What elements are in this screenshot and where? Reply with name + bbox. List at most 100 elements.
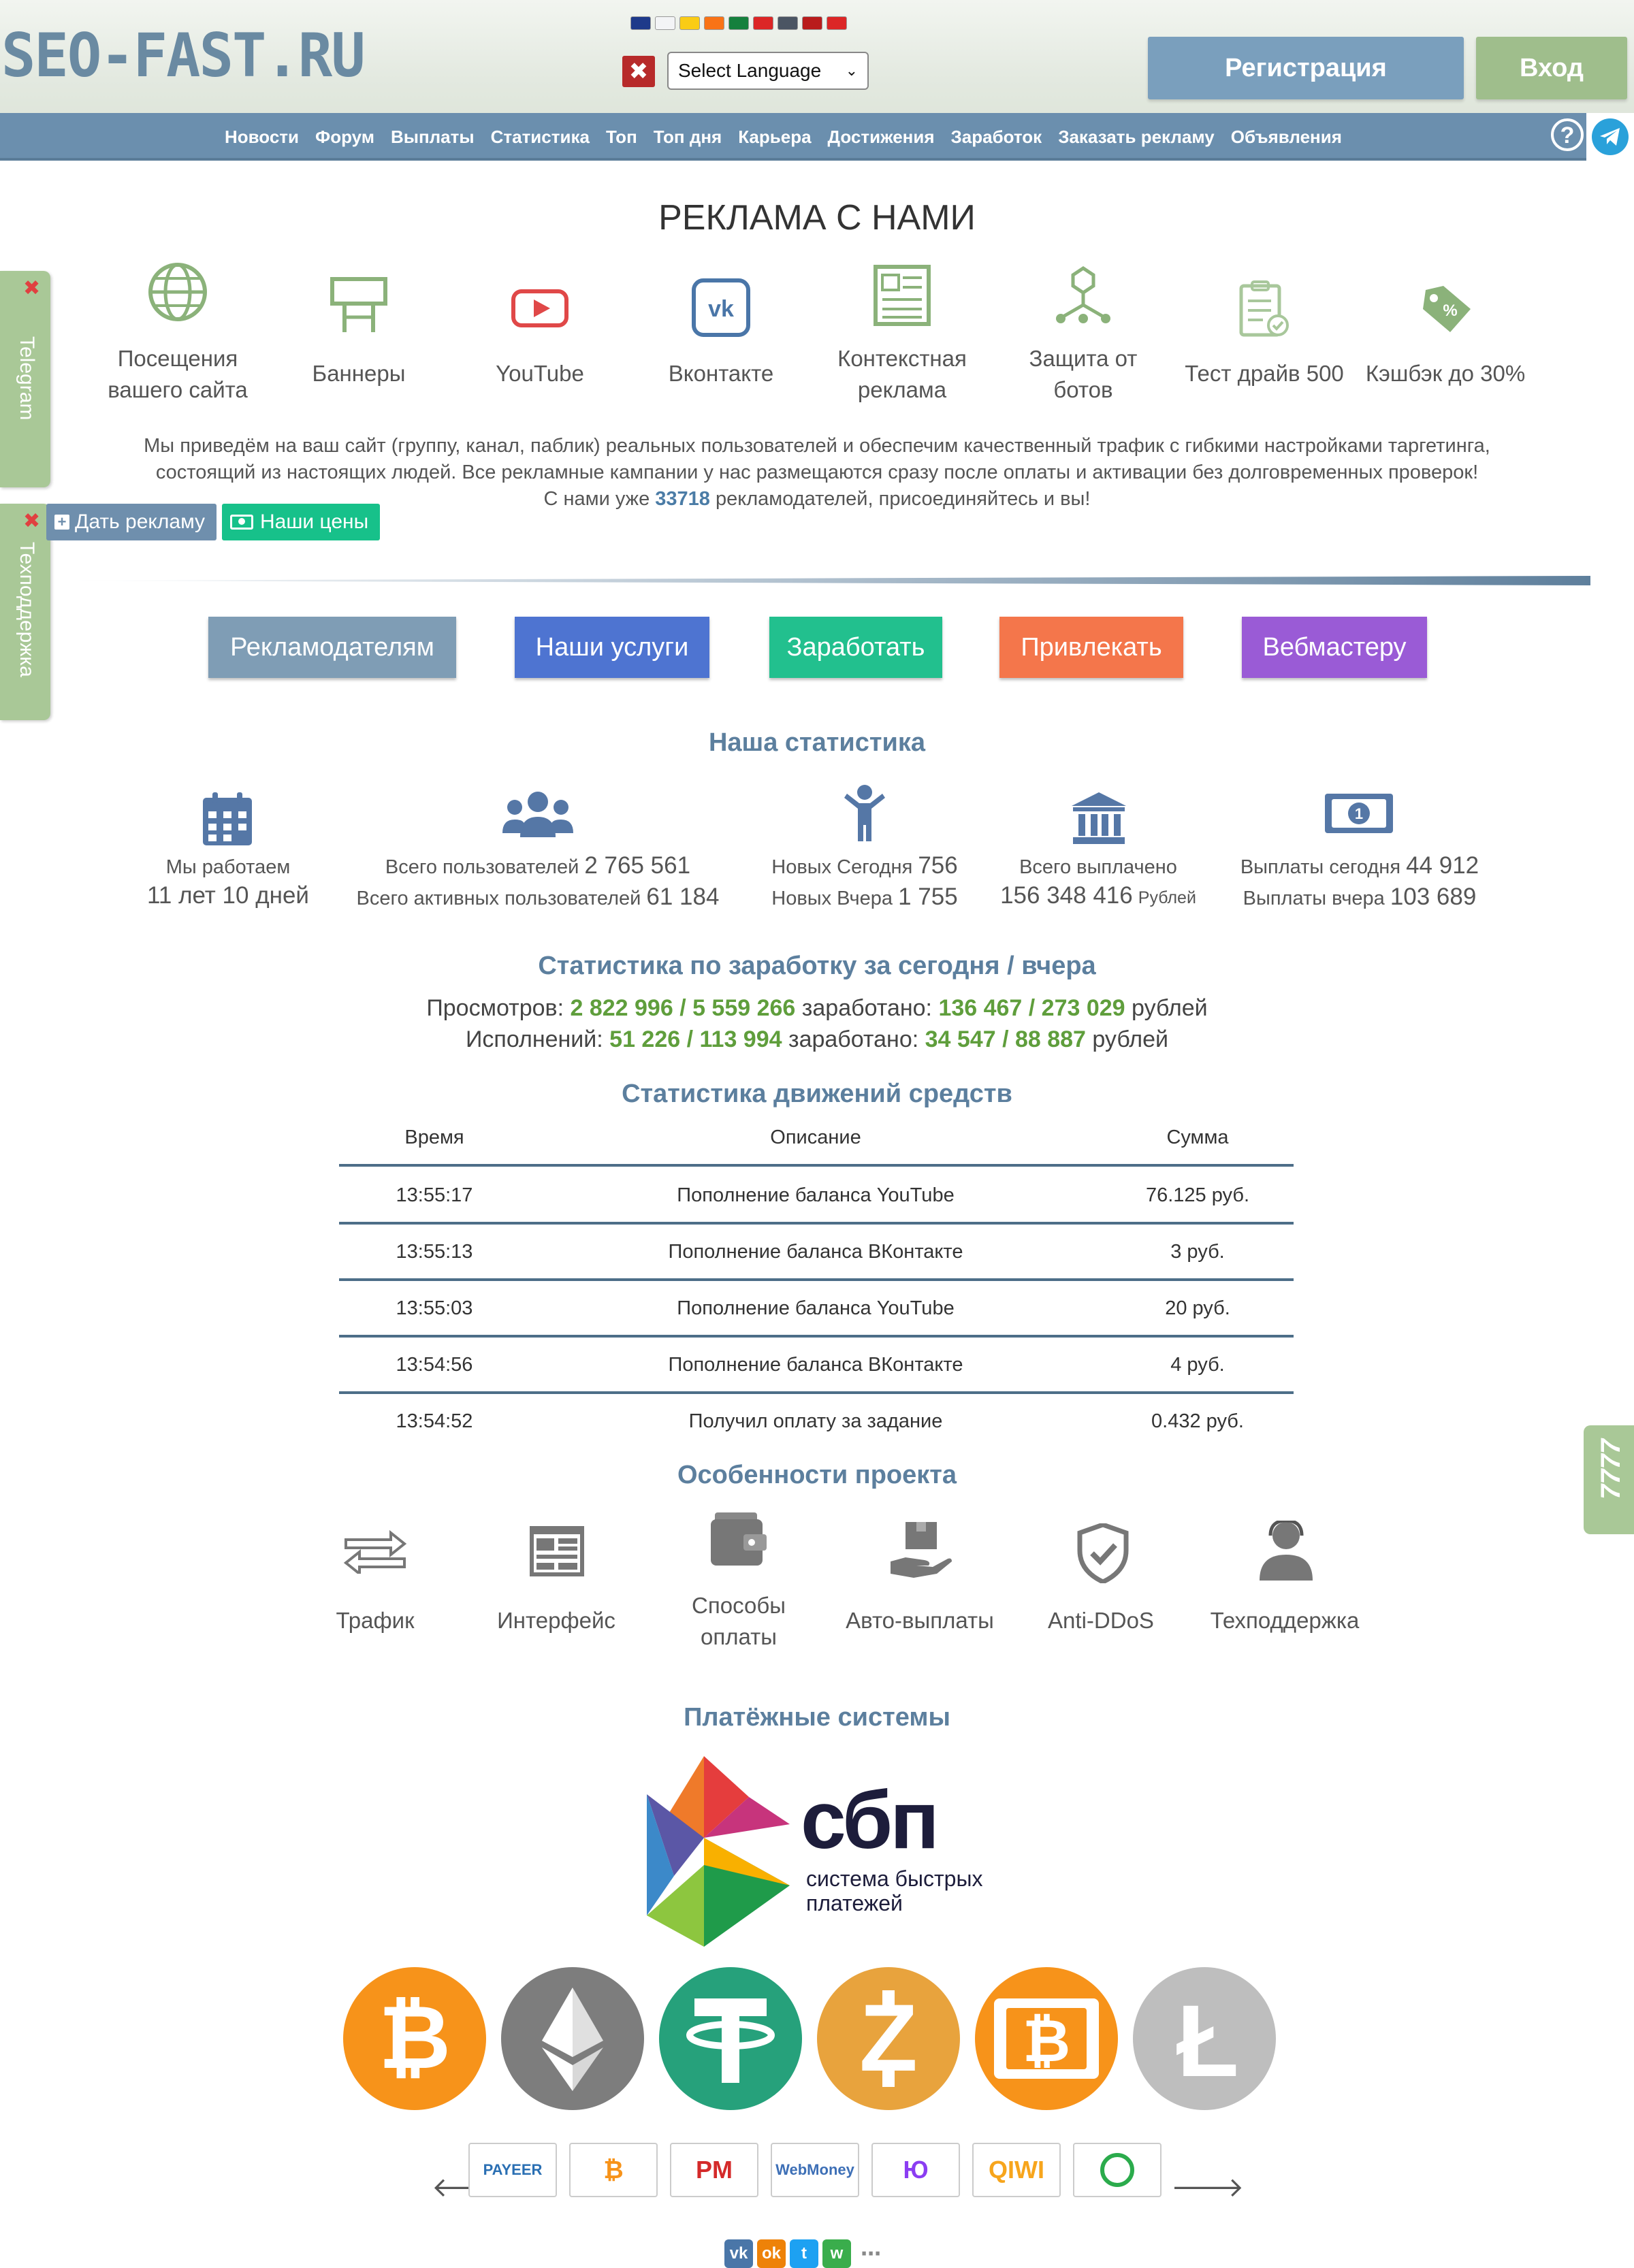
- nav-button[interactable]: Привлекать: [999, 617, 1183, 678]
- tasks-earned-label: заработано:: [788, 1026, 919, 1052]
- table-cell: Пополнение баланса YouTube: [677, 1184, 955, 1206]
- close-icon[interactable]: ✖: [23, 276, 40, 300]
- stat-total-paid: Всего выплачено 156 348 416 Рублей: [986, 844, 1211, 919]
- nav-button[interactable]: Вебмастеру: [1242, 617, 1427, 678]
- stat-users: Всего пользователей 2 765 561 Всего акти…: [357, 844, 720, 919]
- webmoney-icon[interactable]: WebMoney: [771, 2143, 859, 2197]
- language-flag[interactable]: [802, 16, 822, 30]
- bitcoin-small-icon[interactable]: ₿: [569, 2143, 658, 2197]
- language-flag[interactable]: [778, 16, 798, 30]
- table-row: 13:55:03 Пополнение баланса YouTube 20 руб…: [339, 1280, 1294, 1337]
- yoomoney-icon[interactable]: Ю: [871, 2143, 960, 2197]
- litecoin-icon[interactable]: Ł: [1133, 1967, 1276, 2110]
- our-prices-button[interactable]: Наши цены: [222, 504, 380, 540]
- nav-item[interactable]: Карьера: [738, 127, 811, 148]
- webmoney-icon-text: WebMoney: [775, 2161, 854, 2178]
- table-header-cell: Описание: [770, 1127, 861, 1148]
- nav-button[interactable]: Рекламодателям: [208, 617, 456, 678]
- telegram-icon[interactable]: [1592, 118, 1629, 155]
- table-cell: 13:55:17: [396, 1184, 473, 1206]
- users-label: Всего пользователей: [385, 856, 579, 878]
- bitcoin-cash-icon[interactable]: ₿: [975, 1967, 1118, 2110]
- plus-square-icon: +: [54, 515, 69, 530]
- project-label-line1: Техподдержка: [1210, 1608, 1360, 1633]
- earnings-title: Статистика по заработку за сегодня / вче…: [538, 952, 1096, 980]
- register-button[interactable]: Регистрация: [1148, 37, 1464, 99]
- qiwi-icon[interactable]: QIWI: [972, 2143, 1061, 2197]
- feature-label: Баннеры: [268, 358, 449, 389]
- work-value: 11 лет 10 дней: [147, 882, 309, 909]
- project-feature-label: Трафик: [285, 1605, 466, 1636]
- nav-item[interactable]: Заказать рекламу: [1058, 127, 1215, 148]
- ad-description: Мы приведём на ваш сайт (группу, канал, …: [41, 433, 1593, 513]
- feature-label-line1: Контекстная: [837, 346, 967, 371]
- project-feature-label: Способы оплаты: [648, 1590, 829, 1653]
- help-icon[interactable]: ?: [1551, 118, 1584, 151]
- perfect-money-icon-text: PM: [696, 2156, 733, 2184]
- perfect-money-icon[interactable]: PM: [670, 2143, 758, 2197]
- tether-icon[interactable]: [659, 1967, 802, 2110]
- project-title: Особенности проекта: [677, 1461, 957, 1489]
- feature-label-line1: Вконтакте: [668, 361, 774, 386]
- language-flag[interactable]: [728, 16, 749, 30]
- close-translate-icon[interactable]: ✖: [622, 56, 655, 87]
- new-today-value: 756: [918, 852, 958, 879]
- svg-text:₿: ₿: [379, 1988, 451, 2087]
- svg-text:vk: vk: [708, 296, 734, 322]
- language-flag[interactable]: [827, 16, 847, 30]
- youtube-icon: [511, 289, 568, 327]
- sberbank-icon[interactable]: [1073, 2143, 1162, 2197]
- nav-button[interactable]: Наши услуги: [515, 617, 709, 678]
- table-cell: Пополнение баланса ВКонтакте: [668, 1241, 963, 1263]
- cashback-tag-icon: %: [1423, 286, 1471, 332]
- payeer-icon[interactable]: PAYEER: [468, 2143, 557, 2197]
- feature-label-line1: Посещения: [117, 346, 238, 371]
- nav-item[interactable]: Форум: [315, 127, 374, 148]
- language-flag[interactable]: [753, 16, 773, 30]
- login-button[interactable]: Вход: [1476, 37, 1627, 99]
- nav-item[interactable]: Статистика: [491, 127, 590, 148]
- language-select[interactable]: Select Language ⌄: [667, 52, 869, 90]
- give-ad-button[interactable]: + Дать рекламу: [46, 504, 217, 540]
- tasks-label: Исполнений:: [465, 1026, 603, 1052]
- zcash-icon[interactable]: Z: [817, 1967, 960, 2110]
- table-header-cell: Сумма: [1166, 1127, 1229, 1148]
- svg-text:Ł: Ł: [1176, 1983, 1239, 2098]
- nav-item[interactable]: Заработок: [951, 127, 1042, 148]
- share-whatsapp-icon[interactable]: w: [822, 2239, 851, 2268]
- site-logo[interactable]: SEO-FAST.RU: [1, 20, 366, 91]
- language-flag[interactable]: [630, 16, 651, 30]
- share-vk-icon[interactable]: vk: [724, 2239, 753, 2268]
- feature-label: YouTube: [449, 358, 630, 389]
- share-ok-icon[interactable]: ok: [757, 2239, 786, 2268]
- table-cell: 4 руб.: [1170, 1354, 1225, 1376]
- language-flag[interactable]: [655, 16, 675, 30]
- nav-button[interactable]: Заработать: [769, 617, 942, 678]
- nav-item[interactable]: Новости: [225, 127, 299, 148]
- ethereum-icon[interactable]: [501, 1967, 644, 2110]
- active-users-value: 61 184: [646, 884, 720, 910]
- tasks-currency: рублей: [1092, 1026, 1169, 1052]
- nav-item[interactable]: Топ: [606, 127, 637, 148]
- carousel-next-icon[interactable]: 🡒: [1171, 2170, 1244, 2203]
- active-users-label: Всего активных пользователей: [356, 888, 641, 909]
- our-prices-label: Наши цены: [260, 511, 369, 533]
- views-value: 2 822 996 / 5 559 266: [570, 995, 796, 1021]
- language-flag[interactable]: [679, 16, 700, 30]
- sbp-caption: система быстрых платежей: [806, 1866, 982, 1915]
- share-more-icon[interactable]: ⋯: [856, 2239, 885, 2268]
- project-label-line1: Anti-DDoS: [1048, 1608, 1154, 1633]
- support-side-tab[interactable]: ✖ Техподдержка: [0, 504, 50, 720]
- table-cell: Пополнение баланса YouTube: [677, 1297, 955, 1319]
- nav-item[interactable]: Топ дня: [654, 127, 722, 148]
- bitcoin-icon[interactable]: ₿: [343, 1967, 486, 2110]
- nav-item[interactable]: Объявления: [1231, 127, 1342, 148]
- language-flags: [630, 16, 847, 30]
- close-icon[interactable]: ✖: [23, 509, 40, 533]
- feature-label-line1: YouTube: [496, 361, 584, 386]
- nav-item[interactable]: Достижения: [828, 127, 935, 148]
- language-flag[interactable]: [704, 16, 724, 30]
- share-twitter-icon[interactable]: t: [790, 2239, 818, 2268]
- new-today-label: Новых Сегодня: [771, 856, 913, 878]
- nav-item[interactable]: Выплаты: [391, 127, 475, 148]
